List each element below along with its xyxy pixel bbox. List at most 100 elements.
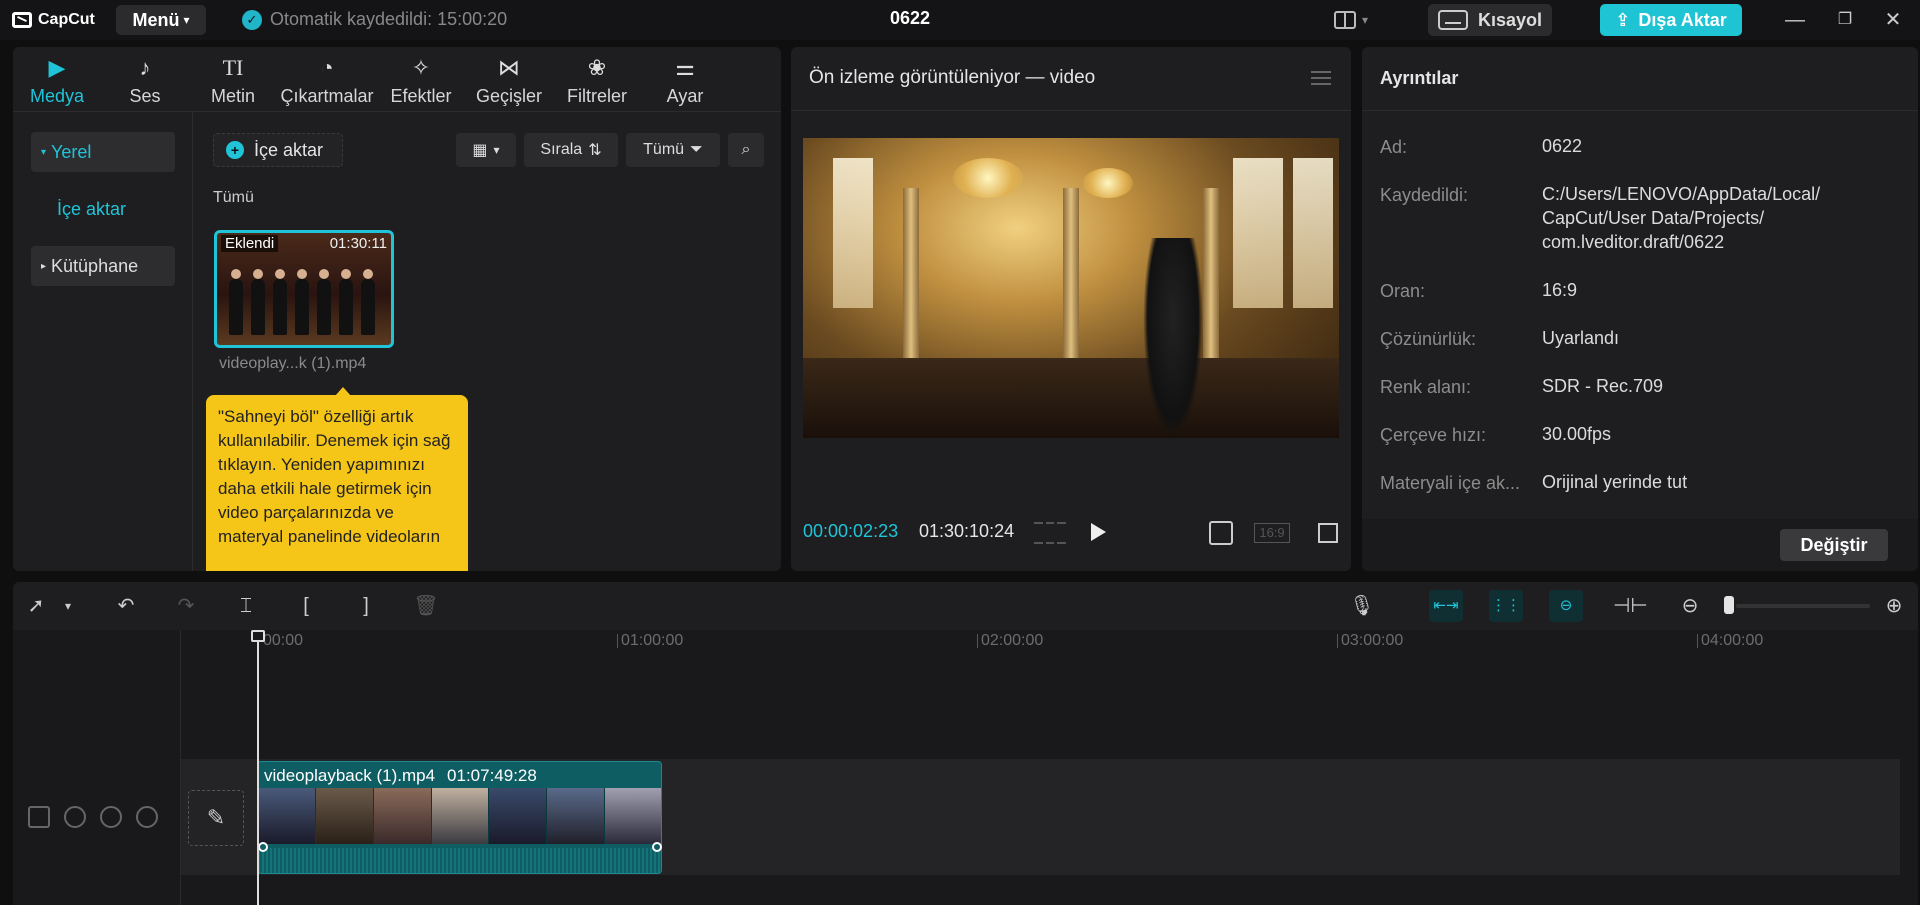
edit-cover-button[interactable]: ✎ <box>188 790 244 846</box>
chevron-down-icon: ▾ <box>493 143 500 157</box>
autosave-status: ✓ Otomatik kaydedildi: 15:00:20 <box>242 9 507 30</box>
redo-icon[interactable]: ↷ <box>173 593 199 619</box>
detail-value-color-space: SDR - Rec.709 <box>1542 376 1664 396</box>
timeline-clip[interactable]: videoplayback (1).mp4 01:07:49:28 <box>257 761 662 874</box>
capcut-logo: CapCut <box>12 8 95 32</box>
preview-axis-icon[interactable]: ⊣⊢ <box>1613 593 1648 619</box>
sidebar-item-import[interactable]: İçe aktar <box>31 189 175 229</box>
delete-icon[interactable]: 🗑 <box>413 593 439 619</box>
tab-label: Geçişler <box>475 86 542 106</box>
video-scene <box>1083 168 1133 198</box>
thumb-figure <box>273 279 287 335</box>
ratio-button[interactable]: 16:9 <box>1254 523 1290 543</box>
ruler-tick: 04:00:00 <box>1701 632 1764 649</box>
filter-icon: ⏷ <box>690 141 703 158</box>
lock-icon[interactable] <box>64 806 86 828</box>
tab-filters[interactable]: ❀ Filtreler <box>553 47 641 111</box>
import-button[interactable]: + İçe aktar <box>213 133 343 167</box>
snap-toggle-icon[interactable]: ⋮⋮ <box>1489 590 1523 622</box>
menu-label: Menü <box>132 9 180 30</box>
clip-frame <box>547 788 606 844</box>
ruler-tick: 03:00:00 <box>1341 632 1404 649</box>
link-toggle-icon[interactable]: ⊖ <box>1549 590 1583 622</box>
tab-adjust[interactable]: ⚌ Ayar <box>641 47 729 111</box>
sidebar-item-library[interactable]: ▸ Kütüphane <box>31 246 175 286</box>
trim-left-icon[interactable]: [ <box>293 593 319 619</box>
tab-media[interactable]: ▶ Medya <box>13 47 101 111</box>
transitions-icon: ⋈ <box>498 55 520 80</box>
minimize-button[interactable]: — <box>1780 8 1810 32</box>
detail-label-saved: Kaydedildi: <box>1380 185 1469 205</box>
eye-icon[interactable] <box>100 806 122 828</box>
chevron-down-icon[interactable]: ▾ <box>55 593 81 619</box>
menu-icon[interactable] <box>1311 71 1331 85</box>
change-button[interactable]: Değiştir <box>1780 529 1888 561</box>
autosave-text: Otomatik kaydedildi: 15:00:20 <box>270 9 508 29</box>
cover-icon[interactable] <box>28 806 50 828</box>
zoom-in-icon[interactable]: ⊕ <box>1881 593 1907 619</box>
layout-button[interactable]: ▾ <box>1334 9 1384 31</box>
detail-label-frame-rate: Çerçeve hızı: <box>1380 425 1487 445</box>
fullscreen-icon[interactable] <box>1318 523 1338 543</box>
track-controls <box>28 806 158 828</box>
section-label: Tümü <box>213 189 254 206</box>
split-icon[interactable]: ⌶ <box>233 593 259 619</box>
zoom-slider-track[interactable] <box>1736 604 1870 608</box>
playhead-handle[interactable] <box>251 630 265 642</box>
clip-trim-handle-left[interactable] <box>258 842 268 852</box>
sidebar-item-local[interactable]: ▾ Yerel <box>31 132 175 172</box>
media-item-thumbnail[interactable]: Eklendi 01:30:11 <box>214 230 394 348</box>
view-mode-button[interactable]: ▦ ▾ <box>456 133 516 167</box>
filters-icon: ❀ <box>587 55 607 80</box>
video-frame[interactable] <box>803 138 1339 438</box>
export-button[interactable]: ⇪ Dışa Aktar <box>1600 4 1742 36</box>
detail-label-resolution: Çözünürlük: <box>1380 329 1477 349</box>
speaker-icon[interactable] <box>136 806 158 828</box>
microphone-icon[interactable]: 🎙 <box>1349 593 1375 619</box>
detail-label-import-material: Materyali içe ak... <box>1380 473 1521 493</box>
media-tabs: ▶ Medya ♪ Ses TI Metin ◔ Çıkartmalar ✧ E… <box>13 47 781 111</box>
clip-trim-handle-right[interactable] <box>652 842 662 852</box>
restore-button[interactable]: ❐ <box>1830 8 1860 32</box>
playhead[interactable] <box>257 630 259 905</box>
play-icon[interactable] <box>1091 523 1106 541</box>
tab-label: Ses <box>129 86 161 106</box>
timeline-toolbar: ➚ ▾ ↶ ↷ ⌶ [ ] 🗑 🎙 ⇤⇥ ⋮⋮ ⊖ ⊣⊢ ⊖ ⊕ <box>13 582 1918 630</box>
magnet-toggle-icon[interactable]: ⇤⇥ <box>1429 590 1463 622</box>
detail-value-saved: C:/Users/LENOVO/AppData/Local/ CapCut/Us… <box>1542 184 1821 252</box>
trim-right-icon[interactable]: ] <box>353 593 379 619</box>
tab-transitions[interactable]: ⋈ Geçişler <box>465 47 553 111</box>
select-cursor-icon[interactable]: ➚ <box>23 593 49 619</box>
sidebar-item-label: Kütüphane <box>51 255 139 276</box>
undo-icon[interactable]: ↶ <box>113 593 139 619</box>
zoom-fit-icon[interactable] <box>1209 521 1233 545</box>
zoom-out-icon[interactable]: ⊖ <box>1677 593 1703 619</box>
zoom-slider-thumb[interactable] <box>1724 596 1734 614</box>
tab-stickers[interactable]: ◔ Çıkartmalar <box>277 47 377 111</box>
media-duration: 01:30:11 <box>329 235 387 252</box>
chevron-down-icon: ▾ <box>1362 13 1369 27</box>
grid-icon: ▦ <box>472 142 488 159</box>
menu-button[interactable]: Menü ▾ <box>116 5 206 35</box>
ruler-tick: 00:00 <box>263 632 304 649</box>
logo-text: CapCut <box>38 11 95 28</box>
filter-button[interactable]: Tümü ⏷ <box>626 133 720 167</box>
search-button[interactable]: ⌕ <box>728 133 764 167</box>
waveform-list-icon[interactable] <box>1034 522 1067 544</box>
check-icon: ✓ <box>242 9 262 30</box>
tab-text[interactable]: TI Metin <box>189 47 277 111</box>
sort-button[interactable]: Sırala ⇅ <box>524 133 618 167</box>
detail-label-name: Ad: <box>1380 137 1408 157</box>
ruler-mark <box>977 634 978 648</box>
close-button[interactable]: ✕ <box>1878 8 1908 32</box>
tab-audio[interactable]: ♪ Ses <box>101 47 189 111</box>
tab-effects[interactable]: ✧ Efektler <box>377 47 465 111</box>
preview-title: Ön izleme görüntüleniyor — video <box>809 67 1096 88</box>
thumb-figure <box>341 269 351 279</box>
tab-label: Ayar <box>666 86 704 106</box>
shortcut-button[interactable]: Kısayol <box>1428 4 1552 36</box>
media-item-name: videoplay...k (1).mp4 <box>219 355 367 372</box>
adjust-icon: ⚌ <box>675 55 695 80</box>
text-icon: TI <box>222 55 244 80</box>
clip-frames <box>258 788 661 844</box>
